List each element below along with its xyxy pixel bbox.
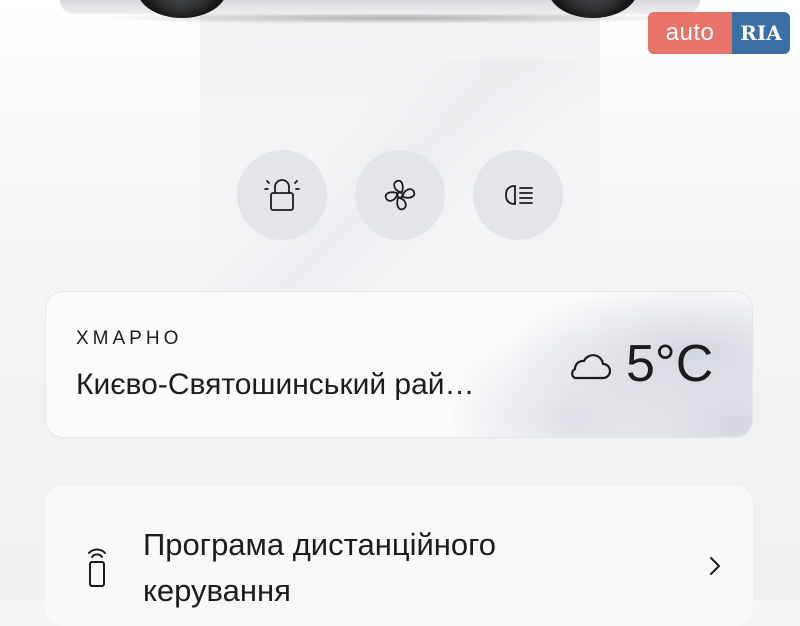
headlights-button[interactable] — [473, 150, 563, 240]
lock-button[interactable] — [237, 150, 327, 240]
climate-fan-button[interactable] — [355, 150, 445, 240]
logo-auto-text: auto — [648, 12, 732, 54]
chevron-right-icon — [710, 557, 720, 575]
weather-temperature: 5°C — [626, 335, 714, 393]
lock-icon — [264, 179, 300, 211]
remote-control-program-card[interactable]: Програма дистанційного керування — [45, 486, 753, 626]
autoria-watermark-logo: auto RIA — [648, 12, 790, 54]
cloud-icon — [571, 354, 612, 380]
headlight-icon — [505, 185, 533, 205]
logo-ria-text: RIA — [732, 12, 790, 54]
remote-control-program-label: Програма дистанційного керування — [143, 527, 497, 608]
weather-location: Києво-Святошинський рай… — [76, 368, 475, 401]
weather-condition: ХМАРНО — [76, 328, 183, 349]
remote-key-icon — [88, 548, 106, 587]
weather-card: ХМАРНО Києво-Святошинський рай… 5°C — [45, 291, 753, 438]
fan-icon — [384, 179, 416, 211]
